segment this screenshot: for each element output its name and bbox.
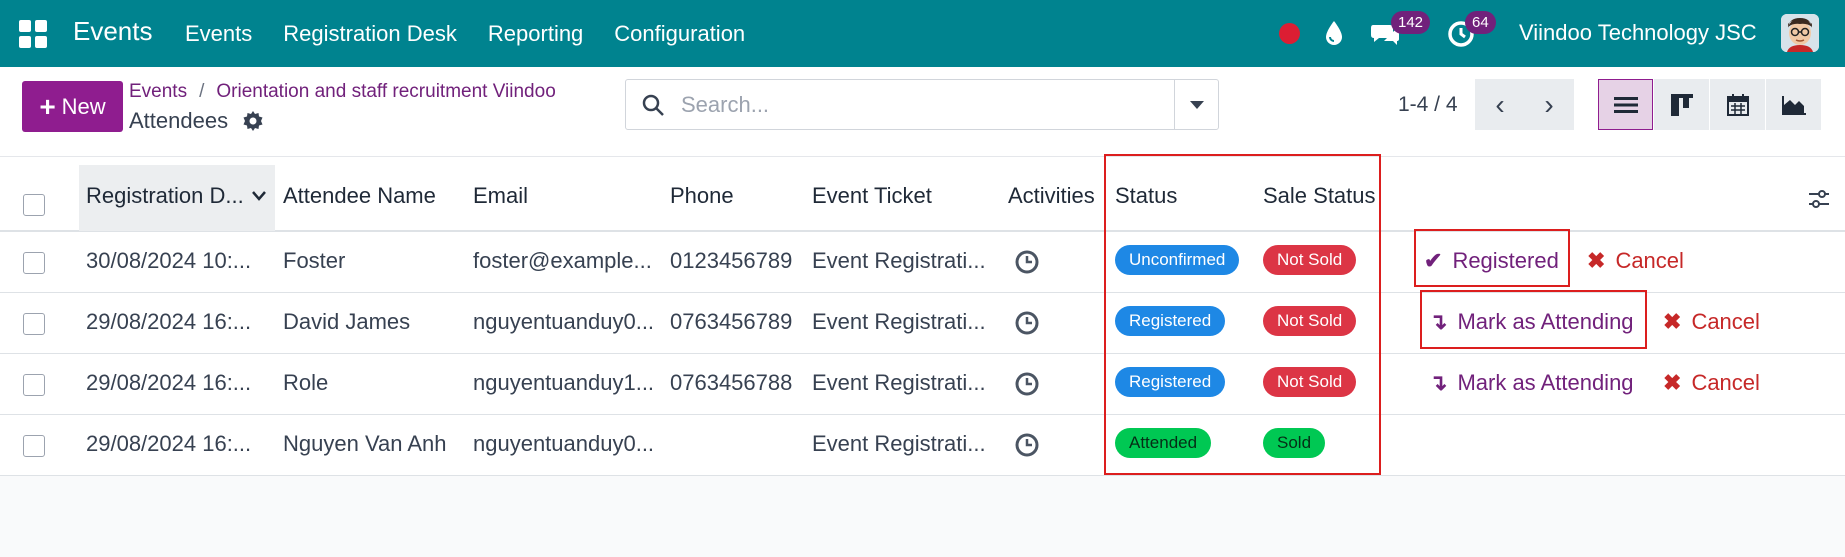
cell-registration-date: 29/08/2024 16:... xyxy=(86,370,252,395)
gear-icon[interactable] xyxy=(243,111,263,131)
cell-attendee-name: David James xyxy=(283,309,411,334)
status-columns-highlight xyxy=(1104,154,1381,475)
arrow-down-icon: ↴ xyxy=(1429,370,1448,395)
cell-attendee-name: Nguyen Van Anh xyxy=(283,431,447,456)
search-icon xyxy=(642,94,664,116)
calendar-view-button[interactable] xyxy=(1710,79,1765,130)
pager-previous-button[interactable]: ‹ xyxy=(1475,79,1525,130)
breadcrumb-separator: / xyxy=(199,81,205,102)
col-phone[interactable]: Phone xyxy=(670,183,734,209)
cell-email: nguyentuanduy0... xyxy=(473,431,655,456)
table-row[interactable]: 29/08/2024 16:... Nguyen Van Anh nguyent… xyxy=(0,415,1845,476)
search-bar xyxy=(625,79,1219,130)
row-checkbox[interactable] xyxy=(23,252,45,274)
activity-count-badge: 64 xyxy=(1465,11,1496,34)
drop-icon[interactable] xyxy=(1323,19,1345,47)
close-icon: ✖ xyxy=(1663,309,1682,334)
cell-phone: 0763456789 xyxy=(670,309,793,334)
cell-email: nguyentuanduy0... xyxy=(473,309,655,334)
col-email[interactable]: Email xyxy=(473,183,528,209)
pager-value[interactable]: 1-4 / 4 xyxy=(1398,93,1458,117)
cell-registration-date: 29/08/2024 16:... xyxy=(86,309,252,334)
table-header: Registration D... Attendee Name Email Ph… xyxy=(0,157,1845,232)
select-all-checkbox[interactable] xyxy=(23,194,45,216)
close-icon: ✖ xyxy=(1663,370,1682,395)
cancel-button[interactable]: ✖ Cancel xyxy=(1663,370,1760,396)
activity-clock-icon[interactable] xyxy=(1015,250,1039,274)
activity-clock-icon[interactable] xyxy=(1015,433,1039,457)
menu-events[interactable]: Events xyxy=(185,21,252,47)
cell-attendee-name: Role xyxy=(283,370,329,395)
top-navbar: Events Events Registration Desk Reportin… xyxy=(0,0,1845,67)
column-settings-icon[interactable] xyxy=(1807,187,1831,211)
apps-menu-icon[interactable] xyxy=(19,20,47,48)
col-event-ticket[interactable]: Event Ticket xyxy=(812,183,932,209)
breadcrumb-events[interactable]: Events xyxy=(129,81,187,102)
close-icon: ✖ xyxy=(1587,248,1606,273)
search-input[interactable] xyxy=(681,90,1141,120)
cell-event-ticket: Event Registrati... xyxy=(812,309,986,334)
breadcrumb-event[interactable]: Orientation and staff recruitment Viindo… xyxy=(216,81,555,102)
menu-configuration[interactable]: Configuration xyxy=(614,21,745,47)
chat-count-badge: 142 xyxy=(1391,11,1431,34)
row-checkbox[interactable] xyxy=(23,313,45,335)
cell-phone: 0123456789 xyxy=(670,248,793,273)
chevron-down-icon xyxy=(252,191,266,201)
cell-email: nguyentuanduy1... xyxy=(473,370,655,395)
cancel-button[interactable]: ✖ Cancel xyxy=(1663,309,1760,335)
area-chart-icon xyxy=(1781,95,1806,115)
recording-icon[interactable] xyxy=(1279,23,1300,44)
page-title: Attendees xyxy=(129,108,229,133)
main-menu: Events Registration Desk Reporting Confi… xyxy=(185,0,776,67)
control-panel: + New Events / Orientation and staff recrui… xyxy=(0,67,1845,157)
new-button[interactable]: + New xyxy=(22,81,123,132)
cell-registration-date: 29/08/2024 16:... xyxy=(86,431,252,456)
cell-registration-date: 30/08/2024 10:... xyxy=(86,248,252,273)
kanban-view-button[interactable] xyxy=(1654,79,1709,130)
menu-reporting[interactable]: Reporting xyxy=(488,21,583,47)
activity-clock-icon[interactable] xyxy=(1015,372,1039,396)
col-activities[interactable]: Activities xyxy=(1008,183,1095,209)
app-brand[interactable]: Events xyxy=(73,16,153,47)
col-registration-date[interactable]: Registration D... xyxy=(86,183,256,209)
mark-as-attending-button[interactable]: ↴ Mark as Attending xyxy=(1429,370,1634,396)
cell-phone: 0763456788 xyxy=(670,370,793,395)
plus-icon: + xyxy=(39,90,56,122)
table-row[interactable]: 29/08/2024 16:... Role nguyentuanduy1...… xyxy=(0,354,1845,415)
list-view-button[interactable] xyxy=(1598,79,1653,130)
cell-attendee-name: Foster xyxy=(283,248,346,273)
row-checkbox[interactable] xyxy=(23,435,45,457)
cancel-button[interactable]: ✖ Cancel xyxy=(1587,248,1684,274)
chevron-right-icon: › xyxy=(1544,88,1554,120)
mark-attending-highlight xyxy=(1420,290,1647,349)
cell-event-ticket: Event Registrati... xyxy=(812,248,986,273)
activity-clock-icon[interactable] xyxy=(1015,311,1039,335)
search-options-toggle[interactable] xyxy=(1174,80,1218,129)
cell-event-ticket: Event Registrati... xyxy=(812,431,986,456)
chevron-left-icon: ‹ xyxy=(1495,88,1505,120)
row-checkbox[interactable] xyxy=(23,374,45,396)
breadcrumb: Events / Orientation and staff recruitment… xyxy=(129,81,556,103)
user-avatar[interactable] xyxy=(1781,14,1819,52)
calendar-icon xyxy=(1726,93,1749,116)
col-attendee-name[interactable]: Attendee Name xyxy=(283,183,436,209)
graph-view-button[interactable] xyxy=(1766,79,1821,130)
cell-event-ticket: Event Registrati... xyxy=(812,370,986,395)
registered-button-highlight xyxy=(1414,229,1570,287)
cell-email: foster@example... xyxy=(473,248,652,273)
kanban-icon xyxy=(1670,93,1693,116)
list-icon xyxy=(1613,96,1638,113)
pager-next-button[interactable]: › xyxy=(1524,79,1574,130)
menu-registration-desk[interactable]: Registration Desk xyxy=(283,21,457,47)
company-switcher[interactable]: Viindoo Technology JSC xyxy=(1519,20,1757,46)
